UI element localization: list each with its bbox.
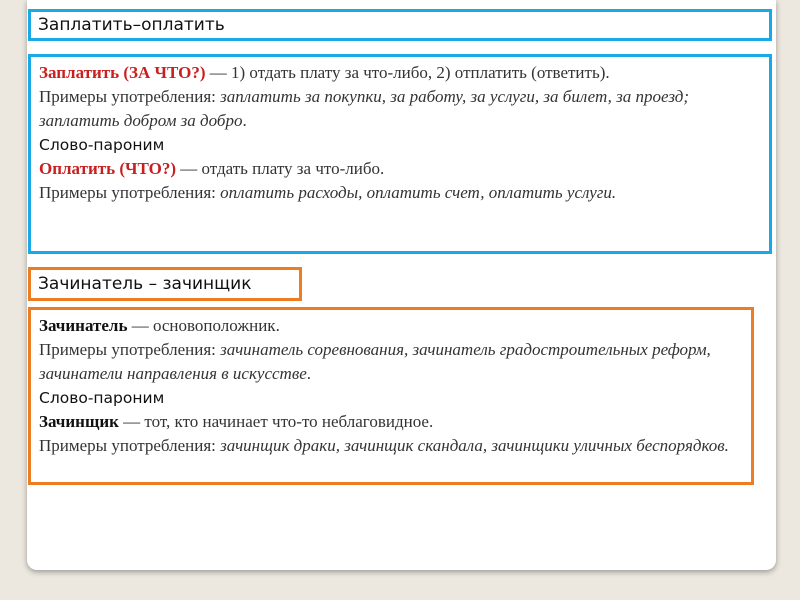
block2-ex-label1: Примеры употребления: [39, 340, 221, 359]
block1-ex-label1: Примеры употребления: [39, 87, 221, 106]
block2-def1: — основоположник. [127, 316, 280, 335]
block2-text: Зачинатель — основоположник. Примеры упо… [39, 316, 729, 455]
block1-ex2: оплатить расходы, оплатить счет, оплатит… [220, 183, 617, 202]
block1-term2: Оплатить (ЧТО?) [39, 159, 176, 178]
block2-title: Зачинатель – зачинщик [38, 274, 252, 294]
block2-term1: Зачинатель [39, 316, 128, 335]
block2-title-box: Зачинатель – зачинщик [28, 267, 302, 301]
block2-ex2: зачинщик драки, зачинщик скандала, зачин… [220, 436, 729, 455]
block1-text: Заплатить (ЗА ЧТО?) — 1) отдать плату за… [39, 63, 690, 202]
block1-title: Заплатить–оплатить [38, 15, 225, 35]
block1-def1: — 1) отдать плату за что-либо, 2) отплат… [205, 63, 610, 82]
block1-body-box: Заплатить (ЗА ЧТО?) — 1) отдать плату за… [28, 54, 772, 254]
block2-paronym-label: Слово-пароним [39, 389, 165, 407]
block1-term1: Заплатить (ЗА ЧТО?) [39, 63, 206, 82]
block1-def2: — отдать плату за что-либо. [176, 159, 385, 178]
block2-ex-label2: Примеры употребления: [39, 436, 221, 455]
block1-paronym-label: Слово-пароним [39, 136, 165, 154]
block2-term2: Зачинщик [39, 412, 119, 431]
block2-def2: — тот, кто начинает что-то неблаговидное… [118, 412, 434, 431]
block1-title-box: Заплатить–оплатить [28, 9, 772, 41]
block1-ex-label2: Примеры употребления: [39, 183, 221, 202]
block2-body-box: Зачинатель — основоположник. Примеры упо… [28, 307, 754, 485]
